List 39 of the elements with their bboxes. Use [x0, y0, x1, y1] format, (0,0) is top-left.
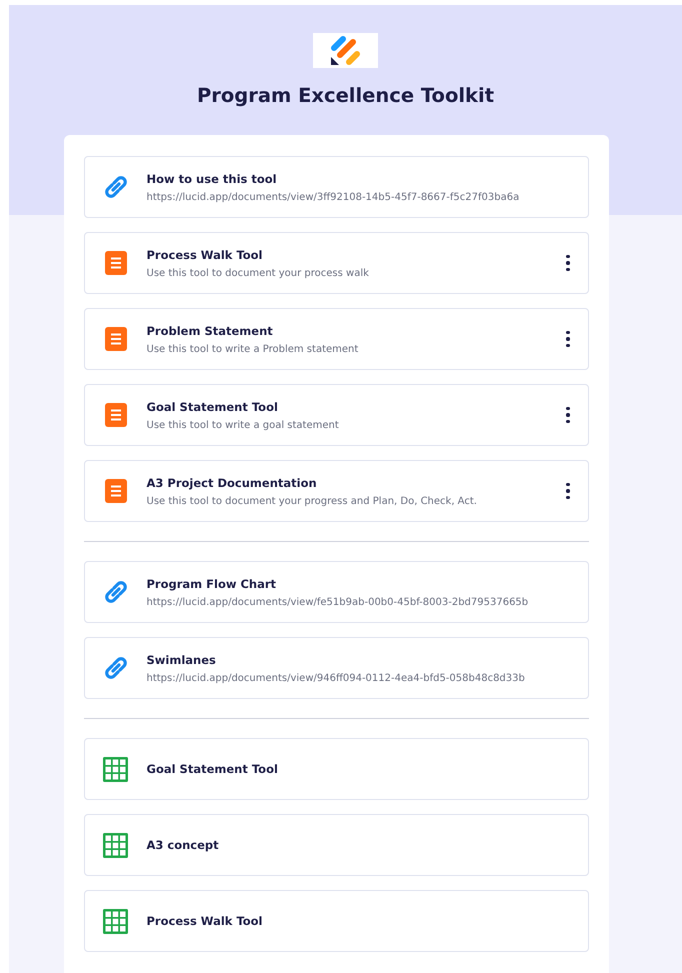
tool-description: Use this tool to document your progress and Plan, Do, Check, Act. [146, 496, 478, 506]
tool-title: A3 Project Documentation [146, 476, 318, 490]
tool-title: How to use this tool [146, 172, 278, 186]
tool-card[interactable]: Goal Statement Tool [84, 738, 588, 800]
link-url: https://lucid.app/documents/view/3ff92108-14b5-45f7-8667-f5c27f03ba6a [146, 192, 520, 202]
tool-title: Problem Statement [146, 324, 274, 338]
tool-title: Goal Statement Tool [146, 762, 279, 776]
tool-card[interactable]: Swimlanes https://lucid.app/documents/view/946ff094-0112-4ea4-bfd5-058b48c8d33b [84, 637, 588, 699]
document-icon [104, 327, 126, 351]
tool-title: Goal Statement Tool [146, 400, 279, 414]
tool-card[interactable]: Problem Statement Use this tool to write a Problem statement [84, 308, 588, 370]
link-url: https://lucid.app/documents/view/fe51b9ab-00b0-45bf-8003-2bd79537665b [146, 596, 530, 608]
tool-title: Process Walk Tool [146, 248, 264, 262]
tool-description: Use this tool to document your process walk [146, 268, 370, 278]
document-icon [104, 403, 126, 427]
spreadsheet-icon [103, 756, 128, 782]
tool-card[interactable]: How to use this tool https://lucid.app/documents/view/3ff92108-14b5-45f7-8667-f5c27f03ba6a [84, 156, 588, 218]
tool-title: Swimlanes [146, 652, 217, 666]
tool-card[interactable]: A3 concept [84, 814, 588, 876]
link-url: https://lucid.app/documents/view/946ff094-0112-4ea4-bfd5-058b48c8d33b [146, 672, 526, 684]
tool-title: A3 concept [146, 838, 220, 852]
tool-card[interactable]: Goal Statement Tool Use this tool to write a goal statement [84, 384, 588, 446]
tool-card[interactable]: Process Walk Tool Use this tool to document your process walk [84, 232, 588, 294]
link-icon [102, 655, 128, 681]
tool-title: Process Walk Tool [146, 914, 264, 928]
document-icon [104, 479, 126, 503]
logo-icon [328, 34, 362, 66]
tool-description: Use this tool to write a Problem statement [146, 344, 360, 354]
spreadsheet-icon [103, 832, 128, 858]
tool-card[interactable]: Process Walk Tool [84, 890, 588, 952]
link-icon [102, 579, 128, 605]
document-icon [104, 251, 126, 275]
tool-card[interactable]: A3 Project Documentation Use this tool to document your progress and Plan, Do, Check, Act. [84, 460, 588, 522]
link-icon [102, 174, 128, 200]
tool-card[interactable]: Program Flow Chart https://lucid.app/documents/view/fe51b9ab-00b0-45bf-8003-2bd79537665b [84, 561, 588, 623]
tool-title: Program Flow Chart [146, 576, 278, 590]
spreadsheet-icon [103, 908, 128, 934]
tool-description: Use this tool to write a goal statement [146, 420, 340, 430]
toolkit-title: Program Excellence Toolkit [196, 84, 494, 107]
